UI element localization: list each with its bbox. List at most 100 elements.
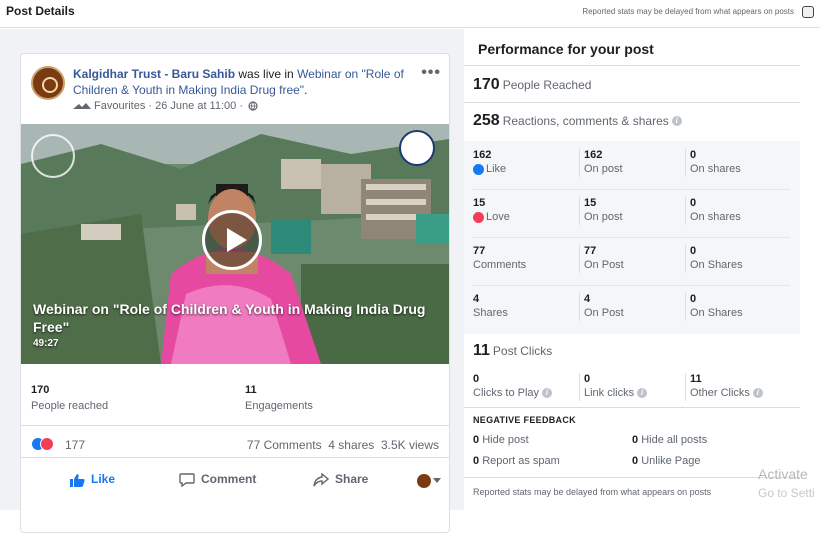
share-button[interactable]: Share <box>313 472 368 487</box>
divider <box>464 477 800 478</box>
play-icon[interactable] <box>202 210 262 270</box>
reached-value: 170 <box>473 76 500 93</box>
avatar[interactable] <box>417 474 431 488</box>
shares-on-post-label: On Post <box>584 307 624 319</box>
report-spam-label: Report as spam <box>482 455 560 467</box>
clicks-label: Post Clicks <box>492 344 553 358</box>
divider <box>685 373 686 401</box>
shares-on-post-value: 4 <box>584 293 591 305</box>
love-on-shares-value: 0 <box>690 197 697 209</box>
comments-on-post-value: 77 <box>584 245 597 257</box>
page-avatar[interactable] <box>31 66 65 100</box>
hide-all-posts-label: Hide all posts <box>641 434 708 446</box>
like-button[interactable]: Like <box>69 472 115 487</box>
shares-on-shares-label: On Shares <box>690 307 743 319</box>
post-actions: Like Comment Share <box>21 466 449 496</box>
hide-post-stat: 0 Hide post <box>473 434 529 446</box>
other-clicks-value: 11 <box>690 373 702 385</box>
partner-logo <box>399 130 435 166</box>
like-on-shares-label: On shares <box>690 163 741 175</box>
page-title: Post Details <box>6 4 75 18</box>
info-icon[interactable]: i <box>542 388 553 399</box>
info-icon[interactable]: i <box>637 388 648 399</box>
activation-watermark-sub: Go to Setti <box>758 486 815 500</box>
comment-button[interactable]: Comment <box>179 472 256 487</box>
comments-on-shares-value: 0 <box>690 245 697 257</box>
clicks-to-play-label: Clicks to Play i <box>473 387 573 399</box>
love-on-shares-label: On shares <box>690 211 741 223</box>
hide-all-posts-stat: 0 Hide all posts <box>632 434 707 446</box>
comment-icon <box>179 473 195 487</box>
reactions-breakdown: 162 Like 162 On post 0 On shares 15 Love 15 O… <box>464 141 800 334</box>
other-clicks-label: Other Clicks i <box>690 387 790 399</box>
reactions-summary: 258 Reactions, comments & shares i <box>473 112 682 130</box>
engagement-row: 177 77 Comments 4 shares 3.5K views <box>21 432 449 458</box>
shares-count[interactable]: 4 shares <box>328 438 374 452</box>
info-icon[interactable]: i <box>752 388 763 399</box>
post-meta-text: Favourites · 26 June at 11:00 · <box>94 100 243 112</box>
love-total-label: Love <box>473 211 573 223</box>
share-label: Share <box>335 472 369 486</box>
close-icon[interactable] <box>802 6 814 18</box>
like-on-post-value: 162 <box>584 149 603 161</box>
post-header-text: Kalgidhar Trust - Baru Sahib was live in… <box>73 66 423 98</box>
comments-count[interactable]: 77 Comments <box>247 438 322 452</box>
unlike-page-value: 0 <box>632 455 639 467</box>
love-label: Love <box>486 211 510 223</box>
other-clicks: 11 Other Clicks i <box>690 373 790 399</box>
clicks-to-play-text: Clicks to Play <box>473 387 540 399</box>
reaction-icons[interactable] <box>31 436 54 451</box>
views-count[interactable]: 3.5K views <box>381 438 439 452</box>
breakdown-row-love: 15 Love 15 On post 0 On shares <box>464 189 800 237</box>
performance-title: Performance for your post <box>478 41 654 57</box>
love-icon <box>473 211 484 223</box>
video-player[interactable]: Webinar on "Role of Children & Youth in … <box>21 124 449 364</box>
comments-on-post-label: On Post <box>584 259 624 271</box>
reaction-count[interactable]: 177 <box>65 438 85 452</box>
like-icon <box>70 473 85 487</box>
comment-label: Comment <box>201 472 257 486</box>
hide-post-label: Hide post <box>482 434 529 446</box>
shares-on-shares: 0 On Shares <box>690 293 790 319</box>
breakdown-row-comments: 77 Comments 77 On Post 0 On Shares <box>464 237 800 285</box>
divider <box>579 293 580 321</box>
divider <box>579 373 580 401</box>
video-duration: 49:27 <box>33 338 59 349</box>
like-total: 162 Like <box>473 149 573 175</box>
other-clicks-text: Other Clicks <box>690 387 750 399</box>
clicks-to-play: 0 Clicks to Play i <box>473 373 573 399</box>
chevron-down-icon[interactable] <box>433 478 441 483</box>
post-clicks-summary: 11 Post Clicks <box>473 342 552 360</box>
reactions-value: 258 <box>473 112 500 129</box>
event-suffix: . <box>304 83 308 97</box>
report-spam-value: 0 <box>473 455 480 467</box>
info-icon[interactable]: i <box>671 115 682 126</box>
post-preview-pane: Kalgidhar Trust - Baru Sahib was live in… <box>0 29 464 533</box>
post-clicks-breakdown: 0 Clicks to Play i 0 Link clicks i 11 Other C… <box>464 365 800 405</box>
divider <box>579 149 580 177</box>
page-name-link[interactable]: Kalgidhar Trust - Baru Sahib <box>73 67 235 81</box>
people-reached-stat: 170 People reached <box>31 384 108 412</box>
divider <box>464 65 800 66</box>
love-on-shares: 0 On shares <box>690 197 790 223</box>
love-total: 15 Love <box>473 197 573 223</box>
shares-on-post: 4 On Post <box>584 293 684 319</box>
love-on-post: 15 On post <box>584 197 684 223</box>
divider <box>685 245 686 273</box>
more-icon[interactable]: ••• <box>421 64 441 82</box>
post-card: Kalgidhar Trust - Baru Sahib was live in… <box>20 53 450 533</box>
unlike-page-stat: 0 Unlike Page <box>632 455 701 467</box>
love-on-post-value: 15 <box>584 197 597 209</box>
shares-total: 4 Shares <box>473 293 573 319</box>
shares-total-value: 4 <box>473 293 480 305</box>
favourites-icon <box>73 103 91 110</box>
like-icon <box>473 163 484 175</box>
divider <box>685 149 686 177</box>
engagement-counts: 77 Comments 4 shares 3.5K views <box>247 438 439 452</box>
hide-post-value: 0 <box>473 434 480 446</box>
clicks-row: 0 Clicks to Play i 0 Link clicks i 11 Other C… <box>464 365 800 413</box>
clicks-value: 11 <box>473 342 490 359</box>
post-meta: Favourites · 26 June at 11:00 · <box>73 100 258 112</box>
comments-on-shares: 0 On Shares <box>690 245 790 271</box>
divider <box>579 197 580 225</box>
